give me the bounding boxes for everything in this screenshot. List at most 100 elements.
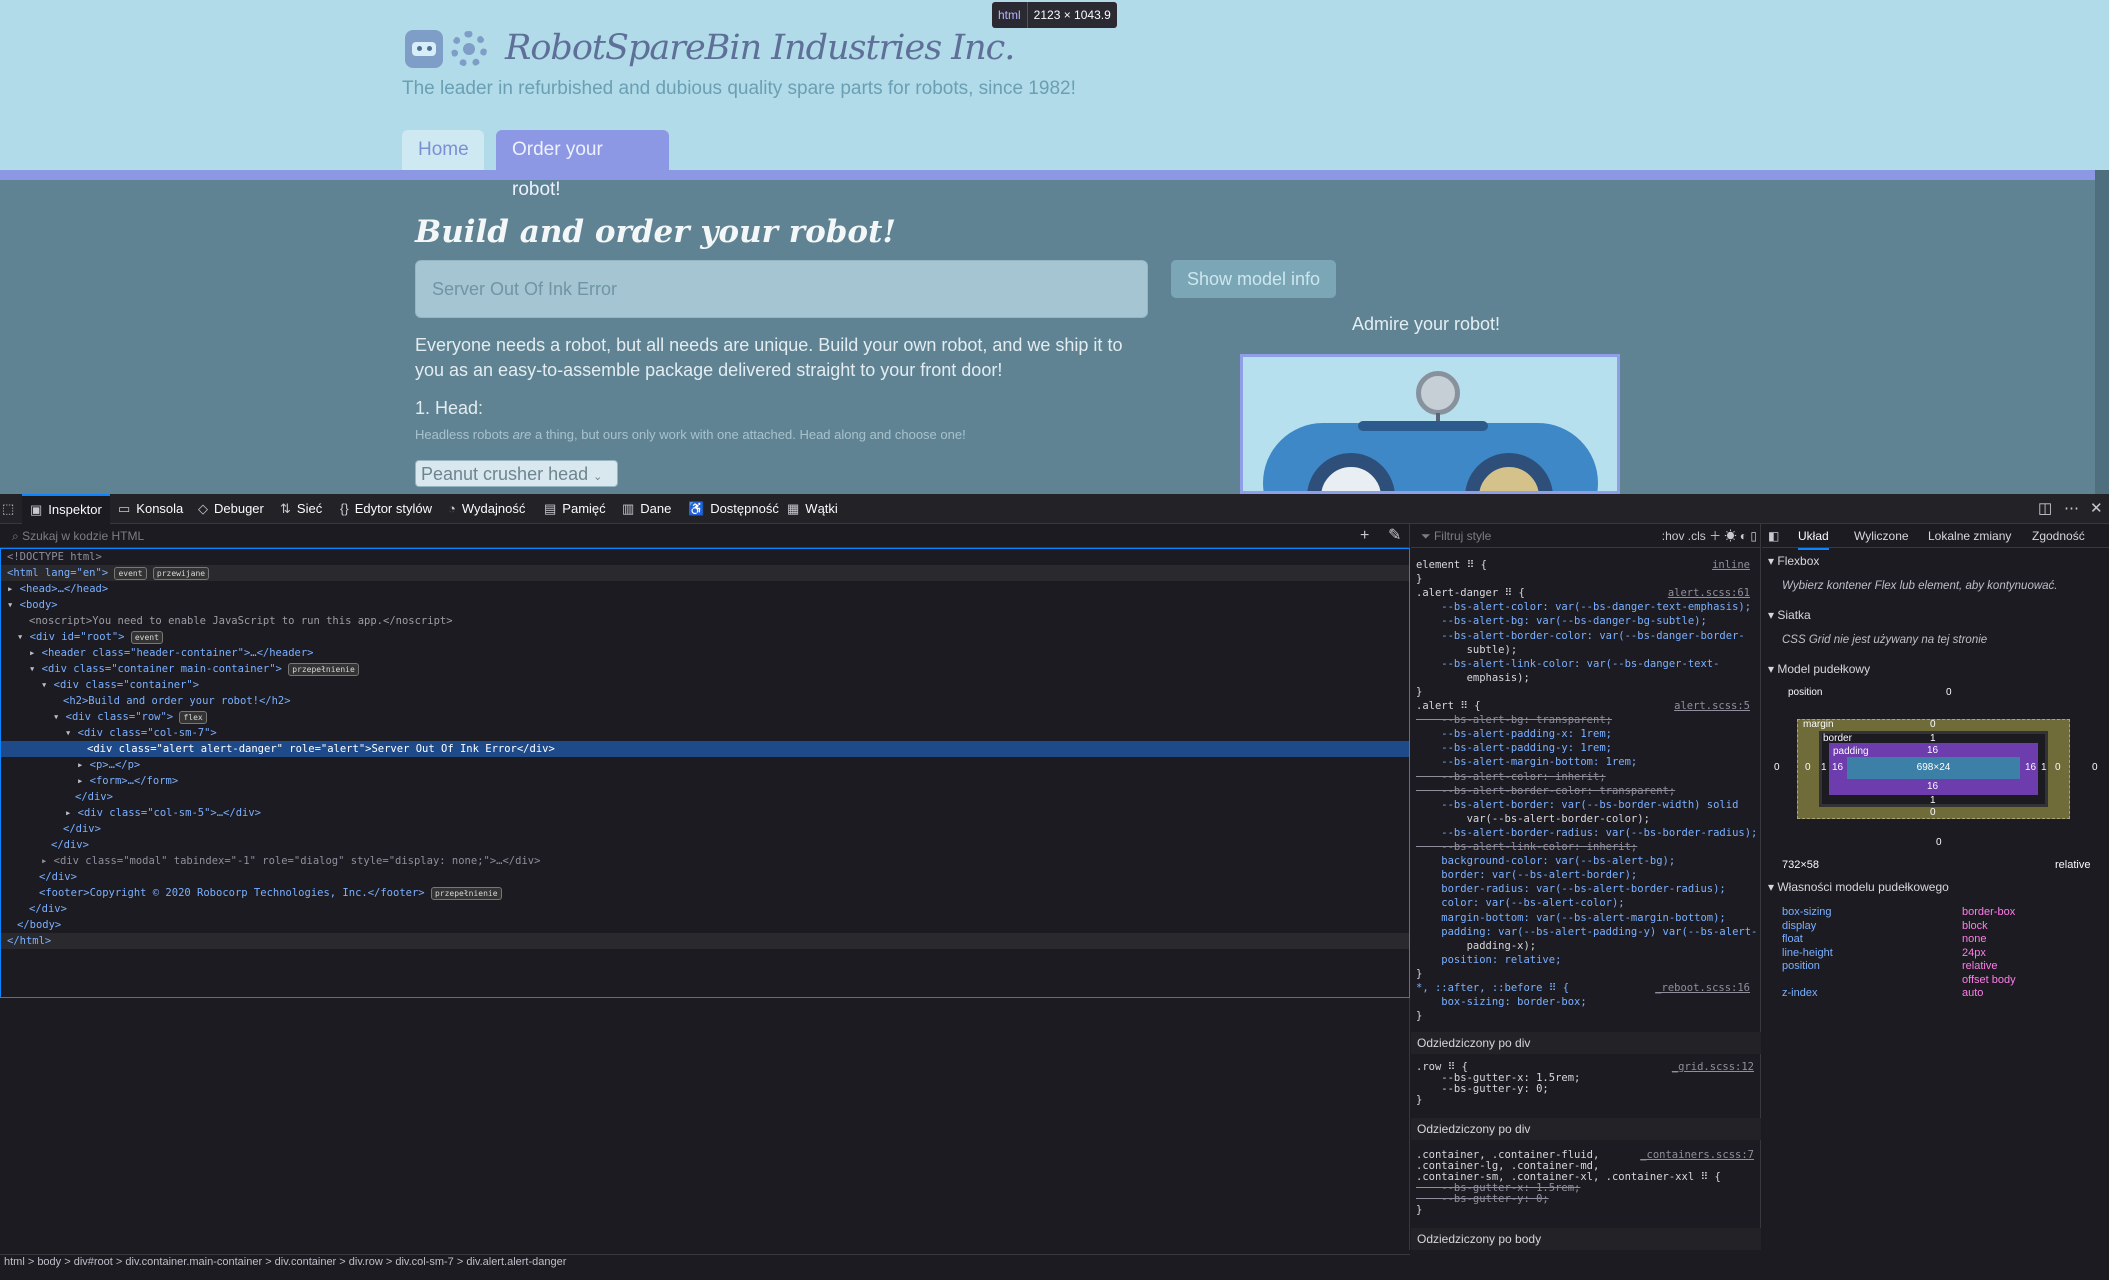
expand-arrow-icon[interactable]: ▸: [65, 807, 78, 819]
position-right-value[interactable]: 0: [2092, 762, 2098, 773]
pseudo-class-toggles[interactable]: :hov .cls: [1662, 529, 1706, 543]
tab-computed[interactable]: Wyliczone: [1854, 524, 1909, 548]
dock-icon[interactable]: ◫: [2038, 494, 2052, 524]
tree-node[interactable]: <!DOCTYPE html>: [1, 549, 1409, 565]
css-rule-line[interactable]: padding-x);: [1416, 939, 1756, 953]
collapse-arrow-icon[interactable]: ▾: [53, 711, 66, 723]
css-rule-line[interactable]: --bs-alert-padding-x: 1rem;: [1416, 727, 1756, 741]
margin-top-value[interactable]: 0: [1930, 719, 1936, 730]
position-bottom-value[interactable]: 0: [1936, 837, 1942, 848]
more-options-icon[interactable]: ⋯: [2064, 494, 2079, 524]
rule-source-link[interactable]: _reboot.scss:16: [1655, 981, 1750, 995]
css-rule-line[interactable]: var(--bs-alert-border-color);: [1416, 812, 1756, 826]
nav-tab-home[interactable]: Home: [402, 130, 484, 170]
border-top-value[interactable]: 1: [1930, 733, 1936, 744]
tree-node[interactable]: </div>: [1, 837, 1409, 853]
flexbox-section[interactable]: ▾ Flexbox: [1768, 554, 1819, 568]
tab-threads[interactable]: ▦ Wątki: [787, 494, 838, 524]
show-model-info-button[interactable]: Show model info: [1171, 260, 1336, 298]
rule-source-link[interactable]: _grid.scss:12: [1672, 1060, 1754, 1074]
event-badge[interactable]: event: [130, 631, 163, 644]
styles-filter-input[interactable]: ⏷ Filtruj style :hov .cls ＋ ☀ ◐ ▯: [1411, 524, 1761, 548]
tree-node[interactable]: ▸ <form>…</form>: [1, 773, 1409, 789]
tree-node[interactable]: ▸ <div class="modal" tabindex="-1" role=…: [1, 853, 1409, 869]
tab-performance[interactable]: ◔ Wydajność: [448, 494, 525, 524]
rule-source-link[interactable]: inline: [1712, 558, 1750, 572]
css-rule-line[interactable]: }: [1416, 685, 1756, 699]
tree-node[interactable]: ▸ <p>…</p>: [1, 757, 1409, 773]
css-rule-line[interactable]: emphasis);: [1416, 671, 1756, 685]
css-rule-line[interactable]: .alert ⠿ {alert.scss:5: [1416, 699, 1756, 713]
tree-node[interactable]: ▸ <div class="col-sm-5">…</div>: [1, 805, 1409, 821]
close-icon[interactable]: ✕: [2090, 494, 2103, 524]
tree-node[interactable]: ▾ <div id="root"> event: [1, 629, 1409, 645]
tab-style-editor[interactable]: {} Edytor stylów: [340, 494, 432, 524]
tab-console[interactable]: ▭ Konsola: [118, 494, 183, 524]
overflow-badge[interactable]: przepełnienie: [288, 663, 359, 676]
css-rule-line[interactable]: *, ::after, ::before ⠿ {_reboot.scss:16: [1416, 981, 1756, 995]
padding-bottom-value[interactable]: 16: [1927, 781, 1938, 792]
expand-arrow-icon[interactable]: ▸: [77, 775, 90, 787]
css-rule-line[interactable]: element ⠿ {inline: [1416, 558, 1756, 572]
tab-network[interactable]: ⇅ Sieć: [280, 494, 322, 524]
tree-node[interactable]: </div>: [1, 821, 1409, 837]
css-rule-line[interactable]: }: [1416, 1203, 1756, 1217]
css-rule-line[interactable]: color: var(--bs-alert-color);: [1416, 896, 1756, 910]
css-rule-line[interactable]: background-color: var(--bs-alert-bg);: [1416, 854, 1756, 868]
overflow-badge[interactable]: przepełnienie: [430, 887, 502, 900]
tab-inspector[interactable]: ▣ Inspektor: [22, 494, 110, 524]
css-rule-line[interactable]: --bs-alert-padding-y: 1rem;: [1416, 741, 1756, 755]
tree-node[interactable]: </div>: [1, 869, 1409, 885]
box-props-section[interactable]: ▾ Własności modelu pudełkowego: [1768, 880, 1949, 894]
tree-node[interactable]: ▾ <div class="col-sm-7">: [1, 725, 1409, 741]
tree-node[interactable]: <h2>Build and order your robot!</h2>: [1, 693, 1409, 709]
eyedropper-icon[interactable]: ✎: [1388, 524, 1401, 548]
nav-tab-order-robot[interactable]: Order your robot!: [496, 130, 669, 200]
element-picker-icon[interactable]: ⬚: [2, 494, 14, 524]
rule-source-link[interactable]: alert.scss:5: [1674, 699, 1750, 713]
padding-top-value[interactable]: 16: [1927, 745, 1938, 756]
css-rule-line[interactable]: --bs-alert-bg: var(--bs-danger-bg-subtle…: [1416, 614, 1756, 628]
tree-node[interactable]: </html>: [1, 933, 1409, 949]
tree-node[interactable]: </div>: [1, 789, 1409, 805]
css-rule-line[interactable]: subtle);: [1416, 643, 1756, 657]
css-rule-line[interactable]: }: [1416, 1093, 1756, 1107]
position-left-value[interactable]: 0: [1774, 762, 1780, 773]
tree-node[interactable]: ▾ <body>: [1, 597, 1409, 613]
tree-node[interactable]: <footer>Copyright © 2020 Robocorp Techno…: [1, 885, 1409, 901]
page-scrollbar[interactable]: [2095, 170, 2109, 494]
collapse-arrow-icon[interactable]: ▾: [41, 679, 54, 691]
padding-left-value[interactable]: 16: [1832, 762, 1843, 773]
collapse-arrow-icon[interactable]: ▾: [17, 631, 30, 643]
css-rule-line[interactable]: margin-bottom: var(--bs-alert-margin-bot…: [1416, 911, 1756, 925]
css-rule-line[interactable]: --bs-alert-link-color: inherit;: [1416, 840, 1756, 854]
head-select[interactable]: Peanut crusher head ⌄: [415, 460, 618, 487]
css-rule-line[interactable]: padding: var(--bs-alert-padding-y) var(-…: [1416, 925, 1757, 939]
tree-node[interactable]: <noscript>You need to enable JavaScript …: [1, 613, 1409, 629]
rule-source-link[interactable]: alert.scss:61: [1668, 586, 1750, 600]
collapse-arrow-icon[interactable]: ▾: [65, 727, 78, 739]
css-rule-line[interactable]: border: var(--bs-alert-border);: [1416, 868, 1756, 882]
tree-node[interactable]: ▸ <header class="header-container">…</he…: [1, 645, 1409, 661]
html-search-input[interactable]: ⌕ Szukaj w kodzie HTML: [0, 524, 1410, 548]
css-rule-line[interactable]: position: relative;: [1416, 953, 1756, 967]
expand-arrow-icon[interactable]: ▸: [41, 855, 54, 867]
expand-arrow-icon[interactable]: ▸: [7, 583, 20, 595]
grid-section[interactable]: ▾ Siatka: [1768, 608, 1811, 622]
tree-node-selected[interactable]: <div class="alert alert-danger" role="al…: [1, 741, 1409, 757]
tree-node[interactable]: ▾ <div class="container main-container">…: [1, 661, 1409, 677]
tab-compatibility[interactable]: Zgodność: [2032, 524, 2085, 548]
tab-accessibility[interactable]: ♿ Dostępność: [688, 494, 779, 524]
boxmodel-section[interactable]: ▾ Model pudełkowy: [1768, 662, 1870, 676]
css-rule-line[interactable]: --bs-alert-color: var(--bs-danger-text-e…: [1416, 600, 1756, 614]
css-rule-line[interactable]: }: [1416, 1009, 1756, 1023]
tab-changes[interactable]: Lokalne zmiany: [1928, 524, 2011, 548]
event-badge[interactable]: event: [114, 567, 147, 580]
tree-node[interactable]: </div>: [1, 901, 1409, 917]
css-rule-line[interactable]: --bs-alert-border-color: transparent;: [1416, 784, 1756, 798]
css-rule-line[interactable]: --bs-alert-color: inherit;: [1416, 770, 1756, 784]
border-bottom-value[interactable]: 1: [1930, 795, 1936, 806]
css-rule-line[interactable]: box-sizing: border-box;: [1416, 995, 1756, 1009]
tab-layout[interactable]: Układ: [1798, 524, 1829, 550]
border-right-value[interactable]: 1: [2041, 762, 2047, 773]
